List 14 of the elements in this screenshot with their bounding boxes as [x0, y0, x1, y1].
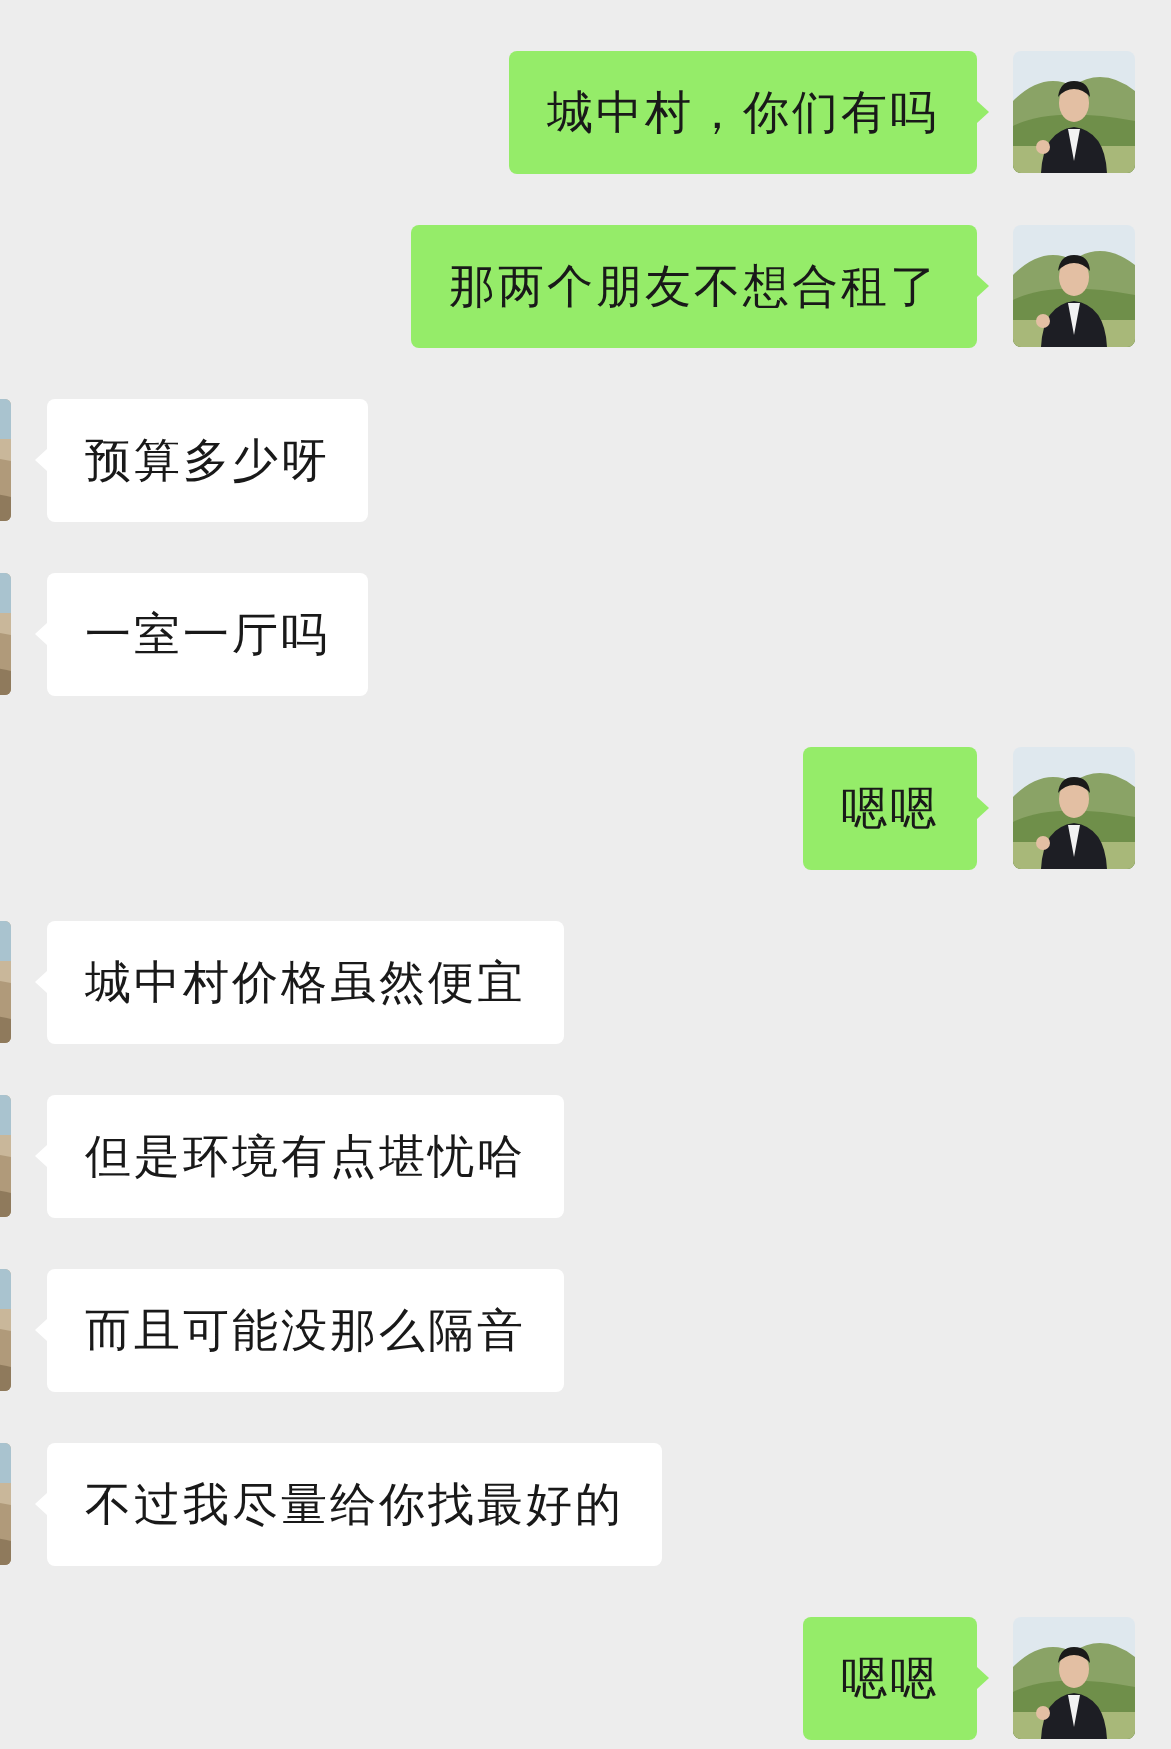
- bubble-tail: [977, 275, 989, 297]
- bubble-tail: [977, 101, 989, 123]
- message-bubble: 不过我尽量给你找最好的: [47, 1443, 662, 1566]
- message-bubble: 城中村，你们有吗: [509, 51, 977, 174]
- message-bubble: 嗯嗯: [803, 1617, 977, 1740]
- message-bubble: 一室一厅吗: [47, 573, 368, 696]
- bubble-tail: [977, 1667, 989, 1689]
- bubble-tail: [977, 797, 989, 819]
- message-bubble: 嗯嗯: [803, 747, 977, 870]
- message-bubble: 那两个朋友不想合租了: [411, 225, 977, 348]
- message-bubble: 预算多少呀: [47, 399, 368, 522]
- message-bubble: 城中村价格虽然便宜: [47, 921, 564, 1044]
- message-bubble: 但是环境有点堪忧哈: [47, 1095, 564, 1218]
- message-bubble: 而且可能没那么隔音: [47, 1269, 564, 1392]
